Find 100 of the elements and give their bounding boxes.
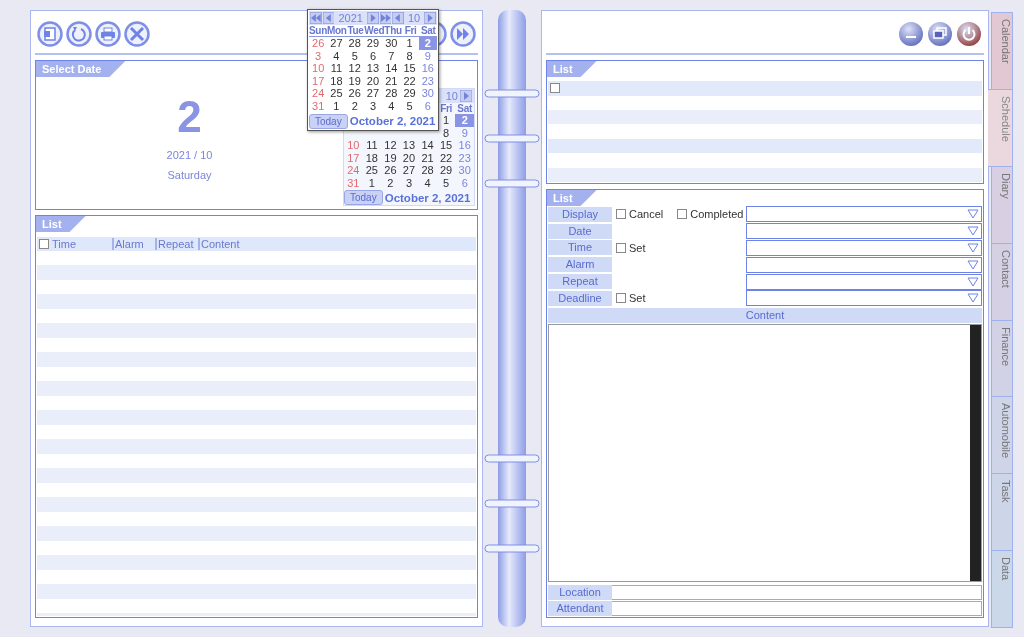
calendar-day[interactable]: 4 [382,99,401,113]
calendar-day[interactable]: 28 [418,164,437,177]
calendar-day[interactable]: 20 [399,151,419,164]
calendar-day[interactable]: 29 [400,87,419,100]
dropdown-arrow-icon [967,243,979,253]
calendar-day[interactable]: 5 [400,99,419,113]
refresh-icon[interactable] [66,21,92,47]
checkbox-label: Completed [690,208,744,221]
calendar-day[interactable]: 3 [399,176,419,189]
fast-forward-icon[interactable] [450,21,476,47]
power-icon[interactable] [956,21,982,47]
checkbox[interactable] [616,293,626,304]
calendar-day[interactable]: 23 [418,74,437,88]
calendar-day[interactable]: 14 [382,62,401,75]
calendar-day[interactable]: 1 [400,37,419,50]
input-field[interactable] [612,601,982,617]
calendar-day[interactable]: 18 [327,74,346,88]
dropdown-arrow-icon [967,226,979,237]
dropdown-field[interactable] [746,223,982,240]
weekday-header: Mon [327,25,347,36]
calendar-day[interactable]: 11 [327,62,346,75]
calendar-day[interactable]: 8 [400,49,419,63]
document-icon[interactable] [37,21,63,47]
next-icon[interactable] [460,90,472,102]
weekday-header: Fri [439,103,454,114]
calendar-day[interactable]: 22 [436,151,456,164]
weekday-header: Sat [419,25,437,36]
calendar-day[interactable]: 7 [382,49,401,63]
rewind-icon[interactable] [310,12,322,24]
dropdown-field[interactable] [746,240,982,256]
calendar-day[interactable]: 26 [345,87,364,100]
calendar-day[interactable]: 27 [363,87,383,100]
restore-icon[interactable] [927,21,953,47]
date-text: October 2, 2021 [384,191,471,204]
calendar-day[interactable]: 29 [436,164,456,177]
calendar-day[interactable]: 19 [381,151,400,164]
calendar-day[interactable]: 13 [399,139,419,152]
weekday-header: Thu [384,25,402,36]
date-text: October 2, 2021 [349,115,436,128]
calendar-day[interactable]: 22 [400,74,419,88]
calendar-day[interactable]: 16 [418,62,437,75]
dropdown-field[interactable] [746,206,982,223]
content-label: Content [548,307,982,323]
dropdown-field[interactable] [746,290,982,307]
calendar-day[interactable]: 30 [418,87,437,100]
panel-title: List [547,190,597,206]
calendar-day[interactable]: 4 [327,49,346,63]
calendar-day[interactable]: 11 [362,139,382,152]
calendar-day[interactable]: 20 [363,74,383,88]
calendar-day[interactable]: 25 [327,87,346,100]
calendar-day[interactable]: 21 [418,151,437,164]
previous-icon[interactable] [322,12,335,24]
calendar-day[interactable]: 6 [363,49,383,63]
checkbox[interactable] [616,243,626,253]
calendar-day[interactable]: 26 [381,164,400,177]
calendar-day[interactable]: 19 [345,74,364,88]
calendar-day[interactable]: 1 [436,114,456,127]
checkbox[interactable] [616,209,626,220]
calendar-day[interactable]: 12 [381,139,400,152]
previous-icon[interactable] [392,12,404,24]
calendar-day[interactable]: 5 [436,176,456,189]
calendar-day[interactable]: 5 [345,49,364,63]
minimize-icon[interactable] [898,21,924,47]
calendar-day[interactable]: 8 [436,126,456,139]
selected-day: 2 [177,93,202,141]
calendar-day[interactable]: 30 [382,37,401,50]
calendar-day[interactable]: 12 [345,62,364,75]
calendar-day[interactable]: 27 [399,164,419,177]
calendar-day[interactable]: 25 [362,164,382,177]
calendar-day[interactable]: 1 [327,99,346,113]
calendar-day[interactable]: 2 [345,99,364,113]
calendar-day[interactable]: 3 [363,99,383,113]
calendar-day[interactable]: 2 [381,176,400,189]
calendar-day[interactable]: 13 [363,62,383,75]
calendar-day[interactable]: 1 [362,176,382,189]
dropdown-field[interactable] [746,256,982,273]
calendar-day[interactable]: 28 [382,87,401,100]
calendar-day[interactable]: 18 [362,151,382,164]
print-icon[interactable] [95,21,121,47]
dropdown-field[interactable] [746,273,982,290]
weekday-header: Tue [346,25,365,36]
next-icon[interactable] [424,12,436,24]
fast-forward-icon[interactable] [379,12,392,24]
calendar-day[interactable]: 29 [363,37,383,50]
input-field[interactable] [612,584,982,600]
checkbox[interactable] [677,209,688,220]
calendar-day[interactable]: 4 [418,176,437,189]
calendar-day[interactable]: 15 [400,62,419,75]
calendar-day[interactable]: 6 [418,99,437,113]
next-icon[interactable] [366,12,379,24]
calendar-day[interactable]: 15 [436,139,456,152]
calendar-day[interactable]: 28 [345,37,364,50]
checkbox[interactable] [39,239,49,249]
checkbox[interactable] [550,83,560,93]
calendar-day[interactable]: 27 [327,37,346,50]
calendar-day[interactable]: 9 [418,49,437,63]
calendar-day[interactable]: 14 [418,139,437,152]
calendar-day[interactable]: 21 [382,74,401,88]
field-label: Location [548,584,612,600]
content-field[interactable] [548,323,982,582]
